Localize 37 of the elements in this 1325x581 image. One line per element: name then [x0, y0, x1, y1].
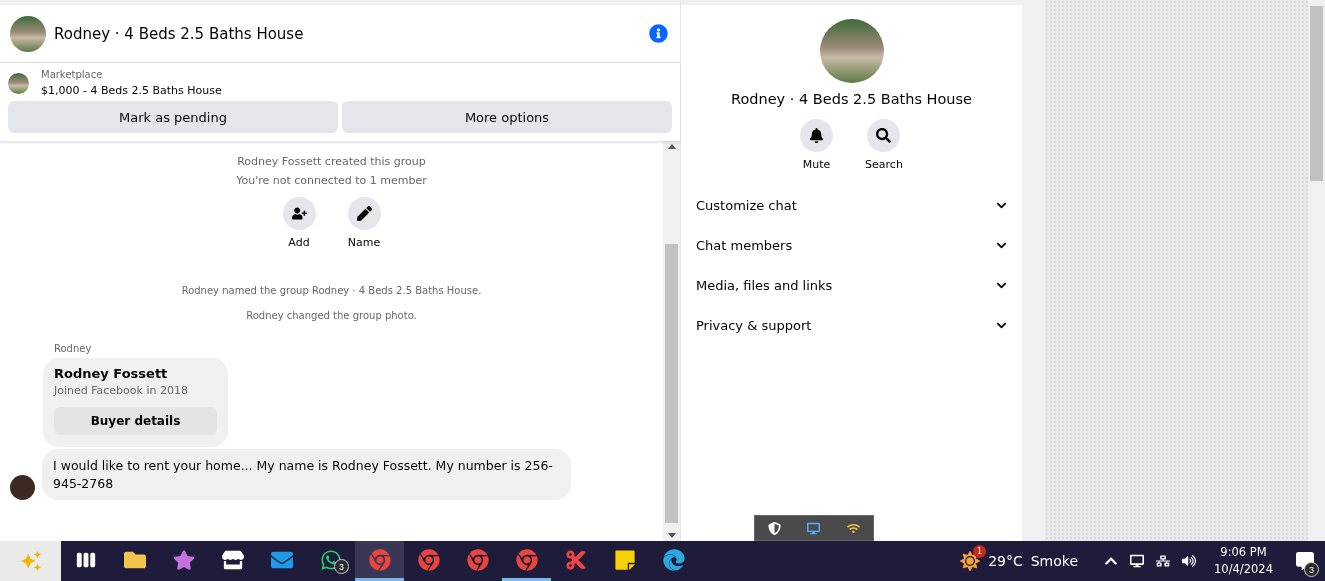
action-label: Add	[288, 236, 310, 249]
section-label: Customize chat	[696, 197, 797, 213]
section-header[interactable]: Chat members	[696, 225, 1007, 265]
sender-name: Rodney	[54, 343, 93, 354]
action-label: Name	[347, 236, 381, 249]
date: 10/4/2024	[1214, 561, 1273, 578]
section-header[interactable]: Customize chat	[696, 185, 1007, 225]
temperature: 29°C	[988, 553, 1023, 569]
action-label: Search	[865, 158, 903, 171]
time: 9:06 PM	[1220, 543, 1267, 561]
buyer-joined: Joined Facebook in 2018	[54, 384, 189, 397]
section-header[interactable]: Media, files and links	[696, 265, 1007, 305]
listing-source: Marketplace	[41, 69, 104, 80]
chat-title: Rodney · 4 Beds 2.5 Baths House	[54, 24, 305, 43]
count-badge: 3	[334, 559, 349, 574]
buyer-name: Rodney Fossett	[54, 366, 169, 381]
message-bubble: I would like to rent your home... My name is Rodney Fossett. My number is 256-945-2768	[42, 449, 571, 500]
weather-condition: Smoke	[1030, 553, 1079, 569]
buyer-details-button[interactable]: Buyer details	[54, 407, 217, 435]
section-label: Privacy & support	[696, 317, 812, 333]
notifications-button[interactable]: 3	[1285, 541, 1325, 581]
section-label: Chat members	[696, 237, 793, 253]
count-badge: 3	[1304, 562, 1319, 577]
action-label: Mute	[802, 158, 831, 171]
listing-action-button[interactable]: More options	[342, 101, 672, 133]
group-info-text: Rodney Fossett created this group	[237, 155, 426, 168]
section-label: Media, files and links	[696, 277, 833, 293]
event-text: Rodney changed the group photo.	[246, 310, 417, 321]
details-title: Rodney · 4 Beds 2.5 Baths House	[730, 91, 973, 107]
group-info-text: You're not connected to 1 member	[236, 174, 427, 187]
listing-title: $1,000 - 4 Beds 2.5 Baths House	[41, 84, 222, 97]
clock[interactable]: 9:06 PM 10/4/2024	[1214, 543, 1273, 579]
alert-badge: 1	[973, 545, 987, 558]
taskbar-app[interactable]: 3	[306, 541, 355, 581]
section-header[interactable]: Privacy & support	[696, 305, 1007, 345]
event-text: Rodney named the group Rodney · 4 Beds 2.5 Baths House.	[181, 285, 482, 296]
listing-action-button[interactable]: Mark as pending	[8, 101, 338, 133]
